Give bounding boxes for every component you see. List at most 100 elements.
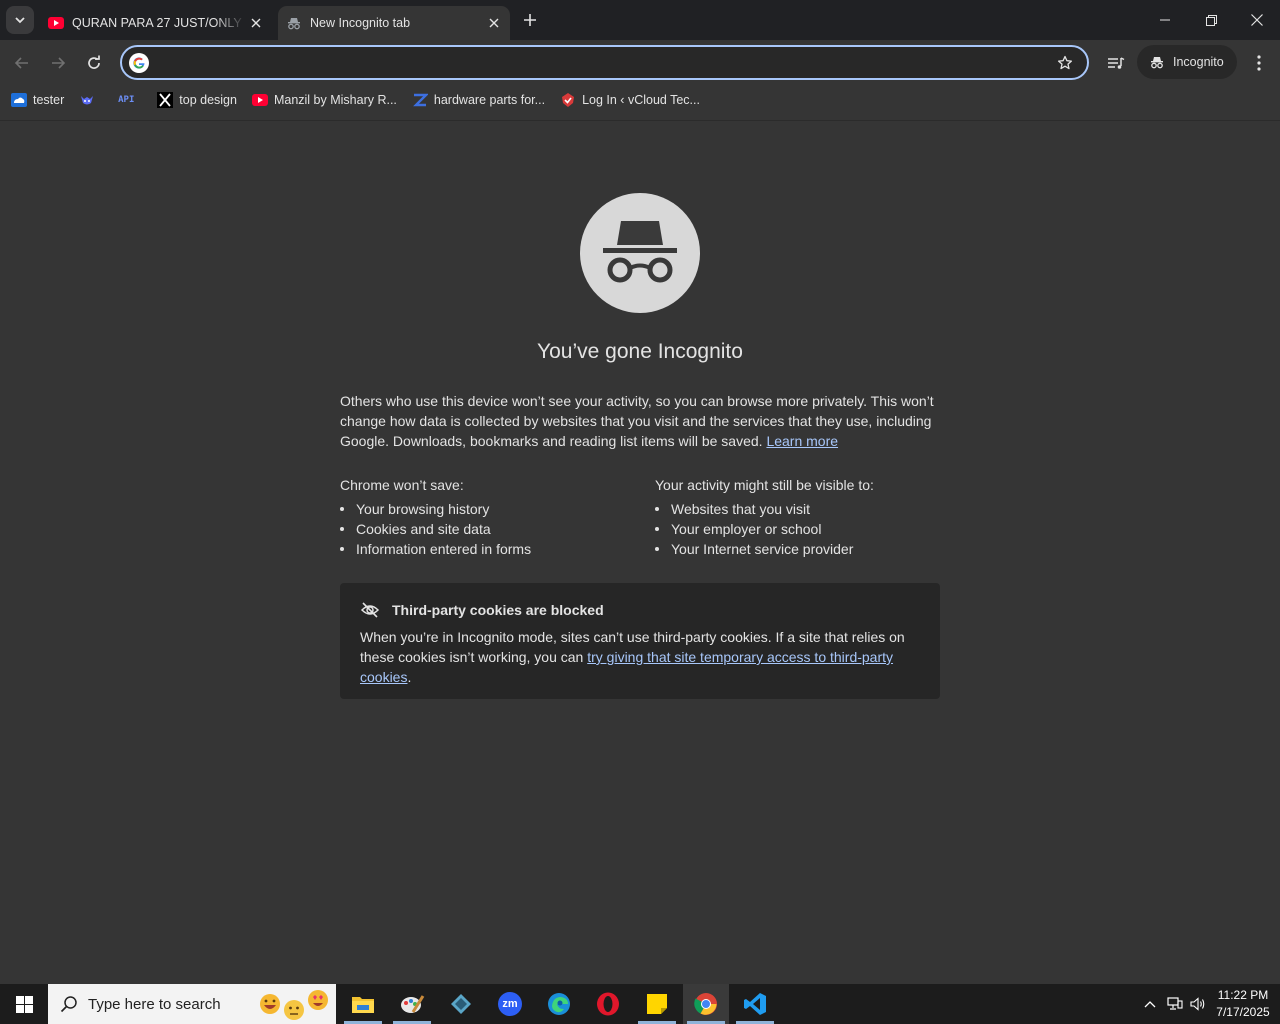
reading-list-button[interactable] bbox=[1102, 49, 1130, 77]
tab-youtube[interactable]: QURAN PARA 27 JUST/ONLY URDU bbox=[40, 6, 272, 40]
list-item: Information entered in forms bbox=[340, 539, 640, 559]
plus-icon bbox=[524, 14, 536, 26]
still-visible-section: Your activity might still be visible to:… bbox=[655, 475, 940, 559]
tab-strip: QURAN PARA 27 JUST/ONLY URDU New Incogni… bbox=[0, 0, 1280, 40]
chrome-menu-button[interactable] bbox=[1245, 49, 1273, 77]
cloud-icon bbox=[11, 92, 27, 108]
network-icon bbox=[1167, 997, 1183, 1010]
windows-taskbar: zm 11:22 PM 7/17/2025 bbox=[0, 984, 1280, 1024]
incognito-icon bbox=[286, 15, 302, 31]
browser-toolbar: Incognito bbox=[0, 40, 1280, 86]
more-vert-icon bbox=[1257, 55, 1261, 71]
tab-title: QURAN PARA 27 JUST/ONLY URDU bbox=[72, 16, 246, 30]
taskbar-search-input[interactable] bbox=[88, 995, 248, 1013]
reload-icon bbox=[88, 55, 100, 69]
back-button[interactable] bbox=[8, 49, 36, 77]
bookmark-top-design[interactable]: top design bbox=[157, 88, 237, 112]
chevron-up-icon bbox=[1144, 1001, 1156, 1008]
google-icon bbox=[129, 53, 149, 73]
tab-new-incognito[interactable]: New Incognito tab bbox=[278, 6, 510, 40]
address-bar[interactable] bbox=[120, 45, 1089, 80]
bookmarks-bar: tester API top design Manzil by Mishary … bbox=[0, 86, 1280, 114]
reading-list-icon bbox=[1108, 57, 1125, 69]
cookies-card-body: When you’re in Incognito mode, sites can… bbox=[360, 627, 920, 687]
list-item: Your browsing history bbox=[340, 499, 640, 519]
system-clock[interactable]: 11:22 PM 7/17/2025 bbox=[1208, 987, 1278, 1021]
incognito-icon bbox=[603, 221, 677, 283]
toolbar-divider bbox=[0, 120, 1280, 121]
youtube-icon bbox=[48, 15, 64, 31]
close-tab-button[interactable] bbox=[246, 13, 266, 33]
bookmark-cat[interactable] bbox=[79, 88, 101, 112]
close-icon bbox=[251, 18, 261, 28]
show-hidden-icons-button[interactable] bbox=[1140, 984, 1160, 1024]
reload-button[interactable] bbox=[80, 49, 108, 77]
cookies-card-title: Third-party cookies are blocked bbox=[392, 602, 604, 618]
shield-icon bbox=[560, 92, 576, 108]
arrow-right-icon bbox=[52, 57, 66, 69]
taskbar-edge[interactable] bbox=[536, 984, 582, 1024]
forward-button[interactable] bbox=[44, 49, 72, 77]
taskbar-opera[interactable] bbox=[585, 984, 631, 1024]
taskbar-sticky-notes[interactable] bbox=[634, 984, 680, 1024]
api-icon: API bbox=[118, 95, 135, 105]
bookmark-tester[interactable]: tester bbox=[11, 88, 64, 112]
paint-icon bbox=[401, 995, 425, 1013]
clock-date: 7/17/2025 bbox=[1216, 1005, 1270, 1019]
incognito-logo bbox=[580, 193, 700, 313]
close-icon bbox=[489, 18, 499, 28]
taskbar-search[interactable] bbox=[48, 984, 336, 1024]
cookies-card-end: . bbox=[407, 669, 412, 685]
restore-button[interactable] bbox=[1188, 0, 1234, 40]
list-item: Your Internet service provider bbox=[655, 539, 940, 559]
windows-icon bbox=[15, 995, 33, 1013]
new-tab-button[interactable] bbox=[518, 8, 542, 32]
taskbar-chrome[interactable] bbox=[683, 984, 729, 1024]
intro-text: Others who use this device won’t see you… bbox=[340, 391, 940, 451]
tab-search-button[interactable] bbox=[6, 6, 34, 34]
learn-more-link[interactable]: Learn more bbox=[766, 433, 838, 449]
taskbar-zoom[interactable]: zm bbox=[487, 984, 533, 1024]
bookmark-hardware-parts[interactable]: hardware parts for... bbox=[412, 88, 545, 112]
opera-icon bbox=[597, 992, 619, 1016]
chevron-down-icon bbox=[15, 17, 25, 24]
list-item: Websites that you visit bbox=[655, 499, 940, 519]
minimize-icon bbox=[1160, 19, 1170, 21]
taskbar-vscode[interactable] bbox=[732, 984, 778, 1024]
bookmark-star-button[interactable] bbox=[1055, 53, 1075, 73]
bookmark-manzil[interactable]: Manzil by Mishary R... bbox=[251, 88, 397, 112]
incognito-icon bbox=[1151, 57, 1163, 69]
close-icon bbox=[1251, 14, 1263, 26]
close-tab-button[interactable] bbox=[484, 13, 504, 33]
still-visible-title: Your activity might still be visible to: bbox=[655, 477, 874, 493]
minimize-button[interactable] bbox=[1142, 0, 1188, 40]
taskbar-file-explorer[interactable] bbox=[340, 984, 386, 1024]
volume-icon bbox=[1190, 997, 1205, 1011]
taskbar-paint[interactable] bbox=[389, 984, 435, 1024]
cookies-card-header: Third-party cookies are blocked bbox=[360, 600, 604, 620]
cat-icon bbox=[79, 92, 95, 108]
taskbar-app[interactable] bbox=[438, 984, 484, 1024]
wont-save-list: Your browsing history Cookies and site d… bbox=[340, 499, 640, 559]
search-icon bbox=[60, 996, 77, 1013]
network-button[interactable] bbox=[1164, 984, 1186, 1024]
volume-button[interactable] bbox=[1188, 984, 1208, 1024]
bookmark-api[interactable]: API bbox=[116, 88, 142, 112]
bookmark-label: top design bbox=[179, 93, 237, 107]
close-window-button[interactable] bbox=[1234, 0, 1280, 40]
bookmark-vcloud-login[interactable]: Log In ‹ vCloud Tec... bbox=[560, 88, 700, 112]
app-icon bbox=[451, 994, 471, 1014]
restore-icon bbox=[1205, 14, 1217, 26]
chrome-icon bbox=[694, 993, 717, 1015]
start-button[interactable] bbox=[0, 984, 48, 1024]
eye-off-icon bbox=[360, 602, 380, 618]
vscode-icon bbox=[744, 993, 766, 1015]
address-input[interactable] bbox=[158, 51, 1038, 74]
still-visible-list: Websites that you visit Your employer or… bbox=[655, 499, 940, 559]
youtube-icon bbox=[251, 92, 268, 108]
x-icon bbox=[157, 92, 174, 108]
emoji-icon bbox=[260, 990, 328, 1020]
bookmark-label: Manzil by Mishary R... bbox=[273, 93, 397, 107]
incognito-profile-button[interactable]: Incognito bbox=[1137, 45, 1237, 79]
zoom-label: zm bbox=[502, 998, 518, 1010]
